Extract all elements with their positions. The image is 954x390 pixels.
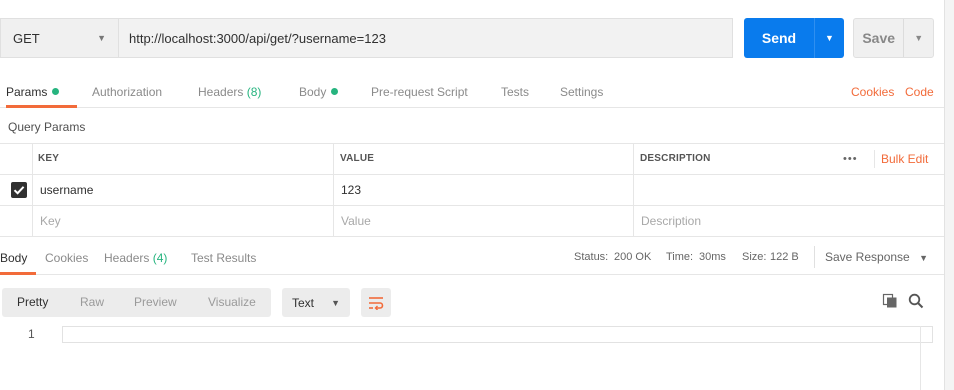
- more-options-icon[interactable]: •••: [837, 144, 858, 174]
- time-label: Time:: [666, 251, 694, 263]
- method-select[interactable]: GET ▼: [0, 18, 118, 58]
- param-checkbox[interactable]: [11, 182, 27, 198]
- editor-scrollbar[interactable]: [920, 326, 933, 390]
- size-label: Size:: [742, 251, 767, 263]
- response-tabs: Body Cookies Headers (4) Test Results St…: [0, 243, 944, 275]
- new-description-input[interactable]: Description: [635, 206, 701, 236]
- code-link[interactable]: Code: [905, 78, 934, 108]
- tab-test-results[interactable]: Test Results: [191, 243, 256, 275]
- save-response-label: Save Response: [825, 250, 910, 264]
- tab-body[interactable]: Body: [299, 78, 339, 108]
- bulk-edit-link[interactable]: Bulk Edit: [874, 150, 928, 168]
- tab-body-label: Body: [299, 85, 327, 99]
- params-dot-icon: [52, 88, 60, 95]
- save-label: Save: [862, 30, 896, 46]
- search-icon: [908, 293, 924, 309]
- url-text: http://localhost:3000/api/get/?username=…: [129, 30, 386, 46]
- chevron-down-icon[interactable]: ▼: [815, 33, 844, 43]
- param-value[interactable]: 123: [335, 175, 361, 205]
- chevron-down-icon[interactable]: ▼: [904, 33, 933, 43]
- response-view-modes: Pretty Raw Preview Visualize: [2, 288, 271, 317]
- copy-button[interactable]: [880, 291, 900, 311]
- table-row: username 123: [0, 175, 944, 206]
- format-label: Text: [292, 295, 315, 310]
- search-button[interactable]: [906, 291, 926, 311]
- mode-pretty[interactable]: Pretty: [17, 288, 48, 317]
- method-label: GET: [13, 30, 40, 46]
- query-params-title: Query Params: [8, 120, 86, 134]
- chevron-down-icon: ▼: [919, 253, 928, 263]
- time-value: 30ms: [699, 251, 726, 263]
- tab-response-headers-count: (4): [152, 251, 168, 265]
- tab-headers-count: (8): [246, 85, 262, 99]
- tab-tests[interactable]: Tests: [501, 78, 529, 108]
- body-dot-icon: [331, 88, 339, 95]
- tab-params[interactable]: Params: [6, 78, 77, 108]
- params-table: KEY VALUE DESCRIPTION ••• Bulk Edit user…: [0, 143, 944, 237]
- save-response-button[interactable]: Save Response ▼: [825, 243, 928, 271]
- line-number: 1: [28, 327, 35, 341]
- column-description: DESCRIPTION: [640, 153, 711, 164]
- table-header-row: KEY VALUE DESCRIPTION ••• Bulk Edit: [0, 144, 944, 175]
- table-row: Key Value Description: [0, 206, 944, 237]
- mode-raw[interactable]: Raw: [80, 288, 104, 317]
- new-key-input[interactable]: Key: [34, 206, 61, 236]
- tab-settings[interactable]: Settings: [560, 78, 603, 108]
- url-input[interactable]: http://localhost:3000/api/get/?username=…: [118, 18, 733, 58]
- mode-visualize[interactable]: Visualize: [208, 288, 256, 317]
- save-button[interactable]: Save ▼: [853, 18, 934, 58]
- tab-authorization[interactable]: Authorization: [92, 78, 162, 108]
- tab-headers-label: Headers: [198, 85, 244, 99]
- tab-response-cookies[interactable]: Cookies: [45, 243, 88, 275]
- divider: [32, 144, 33, 236]
- column-value: VALUE: [340, 153, 375, 164]
- new-value-input[interactable]: Value: [335, 206, 371, 236]
- send-button[interactable]: Send ▼: [744, 18, 844, 58]
- mode-preview[interactable]: Preview: [134, 288, 177, 317]
- tab-params-label: Params: [6, 85, 48, 99]
- response-editor[interactable]: [62, 326, 933, 343]
- wrap-lines-icon: [369, 296, 384, 310]
- request-tabs: Params Authorization Headers (8) Body Pr…: [0, 78, 944, 108]
- size-value: 122 B: [770, 251, 799, 263]
- chevron-down-icon: ▼: [331, 297, 340, 308]
- check-icon: [13, 186, 25, 195]
- cookies-link[interactable]: Cookies: [851, 78, 894, 108]
- chevron-down-icon: ▼: [97, 33, 106, 43]
- tab-pre-request-script[interactable]: Pre-request Script: [371, 78, 468, 108]
- tab-headers[interactable]: Headers (8): [198, 78, 261, 108]
- param-description[interactable]: [635, 175, 944, 205]
- divider: [333, 144, 334, 236]
- format-select[interactable]: Text ▼: [282, 288, 350, 317]
- send-label: Send: [761, 30, 797, 46]
- status-label: Status:: [574, 251, 609, 263]
- column-key: KEY: [38, 153, 60, 164]
- tab-response-headers-label: Headers: [104, 251, 150, 265]
- tab-response-body[interactable]: Body: [0, 243, 36, 275]
- tab-response-headers[interactable]: Headers (4): [104, 243, 167, 275]
- divider: [633, 144, 634, 236]
- status-value: 200 OK: [614, 251, 652, 263]
- param-key[interactable]: username: [34, 175, 93, 205]
- window-scrollbar[interactable]: [944, 0, 954, 390]
- copy-icon: [882, 293, 897, 308]
- divider: [814, 246, 815, 268]
- wrap-lines-button[interactable]: [361, 288, 391, 317]
